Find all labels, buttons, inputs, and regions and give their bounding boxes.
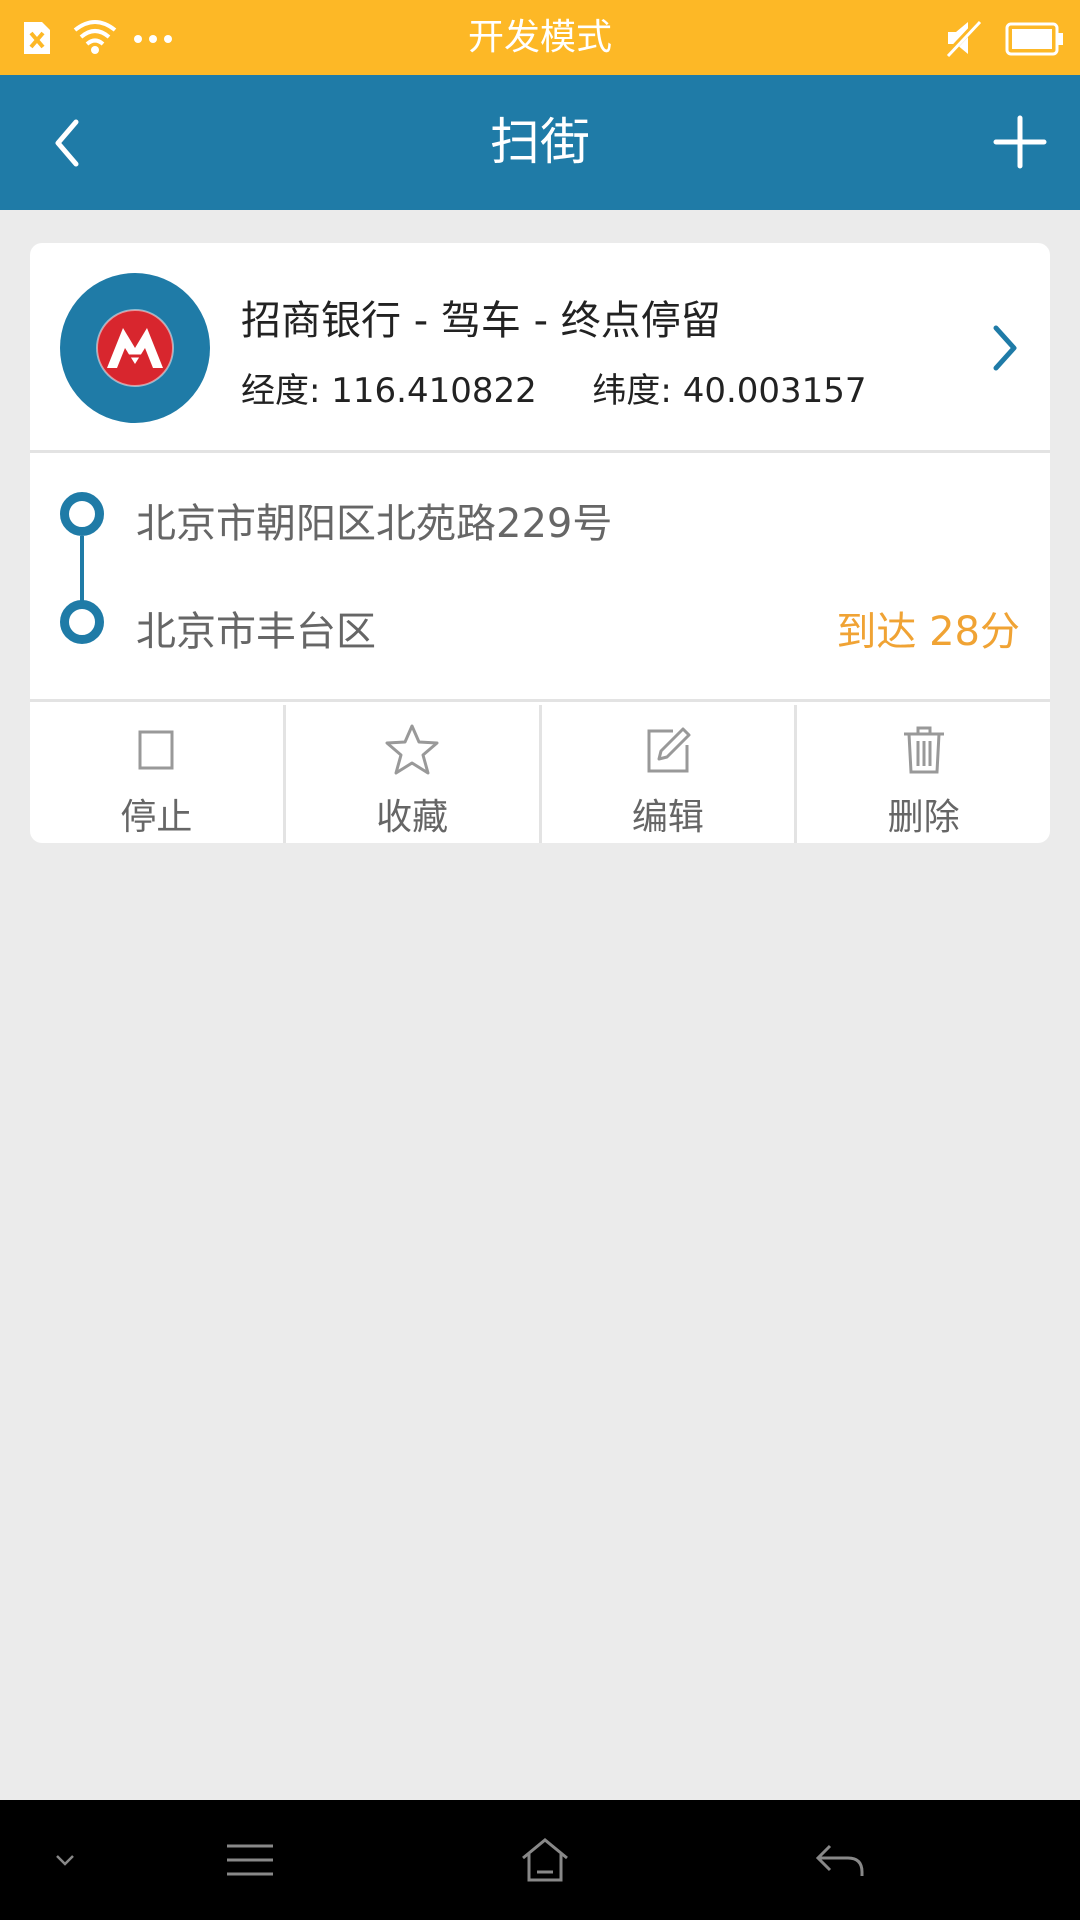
end-point-icon xyxy=(60,600,104,644)
edit-button[interactable]: 编辑 xyxy=(538,705,795,843)
status-bar: 开发模式 xyxy=(0,0,1080,75)
page-title: 扫街 xyxy=(490,113,590,171)
bank-logo-icon xyxy=(96,309,174,387)
battery-icon xyxy=(1005,22,1065,60)
delete-label: 删除 xyxy=(887,797,960,838)
street-sweep-card: 招商银行 - 驾车 - 终点停留 经度: 116.410822 纬度: 40.0… xyxy=(30,243,1050,843)
delete-button[interactable]: 删除 xyxy=(794,705,1050,843)
longitude-value: 116.410822 xyxy=(331,371,537,411)
add-button[interactable] xyxy=(980,102,1060,182)
status-title: 开发模式 xyxy=(467,17,612,58)
latitude-value: 40.003157 xyxy=(682,371,867,411)
back-icon[interactable] xyxy=(810,1830,870,1890)
route-start: 北京市朝阳区北苑路229号 xyxy=(136,501,613,547)
navigation-bar xyxy=(0,1800,1080,1920)
star-icon xyxy=(382,720,442,780)
coordinates: 经度: 116.410822 纬度: 40.003157 xyxy=(241,363,867,412)
home-icon[interactable] xyxy=(515,1830,575,1890)
action-bar: 停止 收藏 编辑 删除 xyxy=(30,705,1050,843)
favorite-button[interactable]: 收藏 xyxy=(282,705,539,843)
menu-icon[interactable] xyxy=(220,1830,280,1890)
stop-square-icon xyxy=(126,720,186,780)
chevron-right-icon[interactable] xyxy=(980,318,1030,378)
edit-icon xyxy=(638,720,698,780)
edit-label: 编辑 xyxy=(631,797,704,838)
plus-icon xyxy=(993,115,1047,169)
latitude-label: 纬度: xyxy=(592,371,672,411)
start-point-icon xyxy=(60,492,104,536)
arrival-time: 到达 28分 xyxy=(836,609,1020,655)
stop-label: 停止 xyxy=(120,797,193,838)
bank-logo xyxy=(60,273,210,423)
collapse-down-icon[interactable] xyxy=(40,1830,90,1890)
mute-icon xyxy=(943,17,983,62)
card-title: 招商银行 - 驾车 - 终点停留 xyxy=(241,298,721,344)
longitude-label: 经度: xyxy=(241,371,321,411)
route-section: 北京市朝阳区北苑路229号 北京市丰台区 到达 28分 xyxy=(30,456,1050,702)
trash-icon xyxy=(894,720,954,780)
route-end: 北京市丰台区 xyxy=(136,609,376,655)
card-header[interactable]: 招商银行 - 驾车 - 终点停留 经度: 116.410822 纬度: 40.0… xyxy=(30,243,1050,453)
stop-button[interactable]: 停止 xyxy=(30,705,283,843)
app-header: 扫街 xyxy=(0,75,1080,210)
favorite-label: 收藏 xyxy=(376,797,449,838)
